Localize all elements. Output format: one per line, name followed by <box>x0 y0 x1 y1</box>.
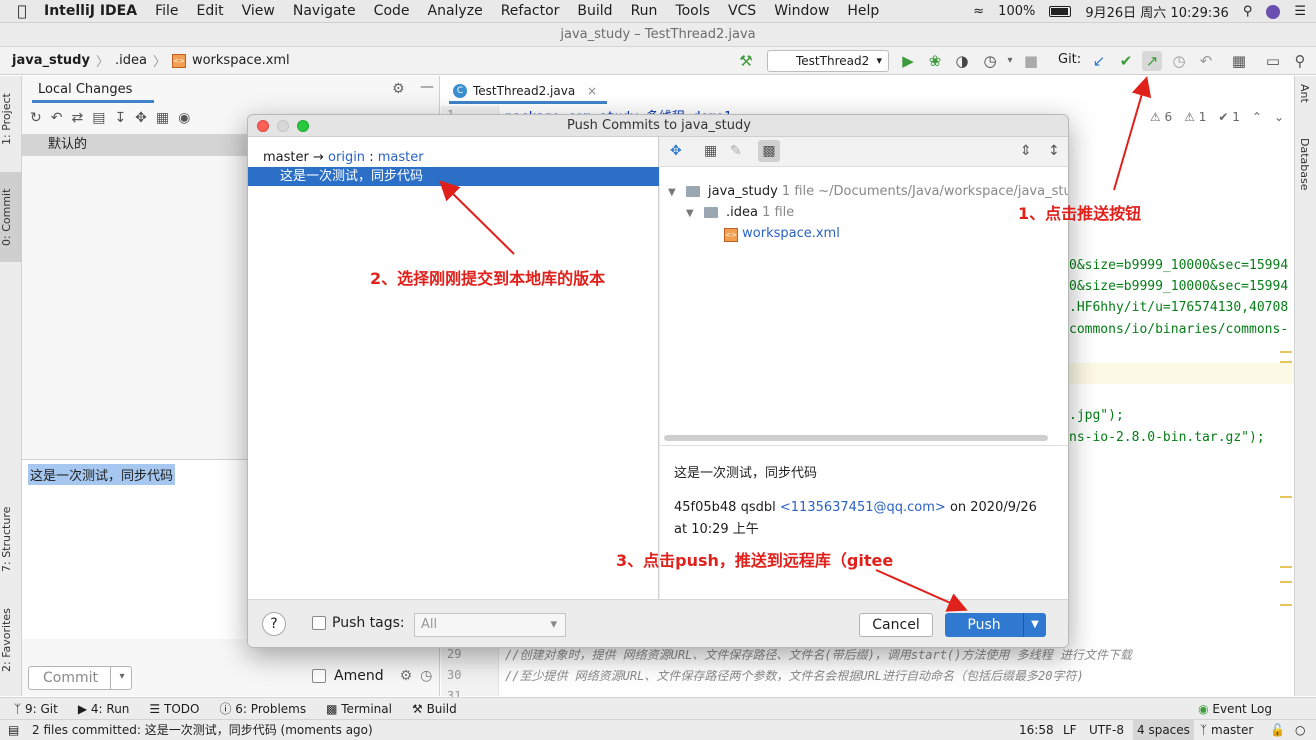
annotation-step-3: 3、点击push，推送到远程库（gitee <box>616 551 894 570</box>
annotation-arrow-3 <box>875 569 968 612</box>
annotation-arrows <box>439 76 1152 612</box>
annotation-step-1: 1、点击推送按钮 <box>1018 204 1142 223</box>
annotation-arrow-2 <box>439 180 515 255</box>
annotation-arrow-1 <box>1113 76 1152 191</box>
annotation-step-2: 2、选择刚刚提交到本地库的版本 <box>370 269 606 288</box>
